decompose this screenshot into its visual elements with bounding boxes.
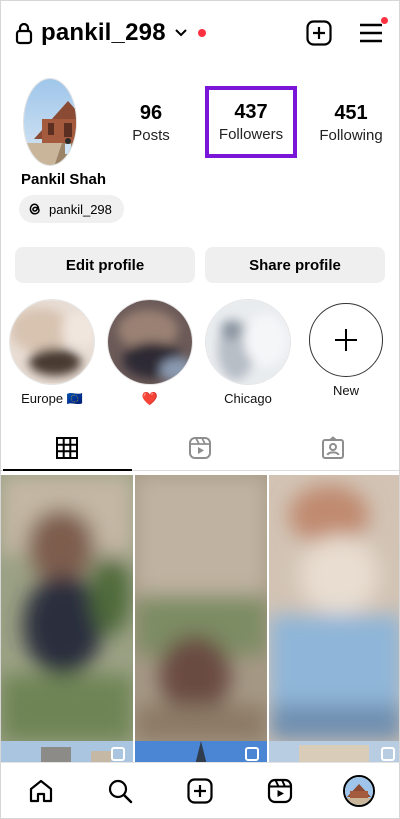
posts-grid — [1, 475, 399, 763]
menu-notification-dot — [380, 16, 389, 25]
profile-avatar — [343, 774, 376, 807]
reels-icon — [267, 778, 292, 803]
nav-search[interactable] — [100, 771, 140, 811]
profile-screen: pankil_298 96 Posts 437 Followers 451 Fo… — [0, 0, 400, 819]
new-highlight-button[interactable]: New — [303, 299, 389, 407]
followers-label: Followers — [218, 126, 284, 143]
highlight-label: ❤️ — [141, 391, 159, 406]
highlight-cover — [107, 299, 193, 385]
edit-profile-button[interactable]: Edit profile — [15, 247, 195, 283]
menu-button[interactable] — [357, 16, 389, 47]
following-stat[interactable]: 451 Following — [313, 101, 389, 144]
profile-summary: 96 Posts 437 Followers 451 Following — [23, 77, 389, 167]
nav-home[interactable] — [21, 771, 61, 811]
multiple-posts-icon — [381, 747, 395, 761]
threads-handle: pankil_298 — [49, 201, 112, 217]
lock-icon — [15, 22, 33, 45]
username[interactable]: pankil_298 — [41, 19, 166, 47]
highlight-chicago[interactable]: Chicago — [205, 299, 291, 407]
followers-stat[interactable]: 437 Followers — [205, 86, 297, 158]
post-thumbnail[interactable] — [135, 475, 267, 741]
following-count: 451 — [334, 101, 368, 124]
tab-grid[interactable] — [1, 425, 134, 471]
create-icon — [187, 777, 213, 804]
share-profile-button[interactable]: Share profile — [205, 247, 385, 283]
chevron-down-icon[interactable] — [174, 26, 188, 40]
following-label: Following — [319, 126, 383, 144]
highlight-europe[interactable]: Europe 🇪🇺 — [9, 299, 95, 407]
posts-stat[interactable]: 96 Posts — [113, 101, 189, 144]
post-thumbnail[interactable] — [269, 475, 399, 741]
top-bar: pankil_298 — [15, 13, 389, 53]
profile-stats: 96 Posts 437 Followers 451 Following — [113, 86, 389, 158]
threads-badge[interactable]: pankil_298 — [19, 195, 124, 223]
tagged-icon — [321, 435, 344, 459]
plus-icon — [335, 329, 357, 351]
highlight-label: New — [332, 383, 359, 398]
nav-profile[interactable] — [339, 771, 379, 811]
home-icon — [29, 779, 52, 802]
bottom-navigation — [1, 762, 399, 818]
highlight-label: Europe 🇪🇺 — [21, 391, 83, 406]
highlight-label: Chicago — [224, 391, 272, 406]
notification-dot — [197, 29, 206, 37]
grid-icon — [56, 436, 79, 459]
create-post-button[interactable] — [305, 19, 333, 47]
highlight-heart[interactable]: ❤️ — [107, 299, 193, 407]
hamburger-menu-icon — [360, 23, 382, 43]
highlight-cover — [9, 299, 95, 385]
content-tabs — [1, 425, 399, 471]
threads-icon — [29, 203, 40, 215]
followers-count: 437 — [234, 101, 268, 123]
new-highlight-circle — [309, 303, 383, 377]
display-name: Pankil Shah — [21, 171, 107, 188]
posts-label: Posts — [132, 126, 170, 144]
posts-count: 96 — [139, 101, 163, 124]
reels-icon — [189, 436, 211, 459]
multiple-posts-icon — [245, 747, 259, 761]
tab-reels[interactable] — [134, 425, 267, 470]
tab-tagged[interactable] — [266, 425, 399, 470]
post-thumbnail[interactable] — [1, 475, 133, 741]
multiple-posts-icon — [111, 747, 125, 761]
nav-create[interactable] — [180, 771, 220, 811]
highlight-cover — [205, 299, 291, 385]
profile-avatar[interactable] — [23, 78, 77, 166]
plus-square-icon — [306, 20, 332, 46]
search-icon — [109, 779, 133, 803]
nav-reels[interactable] — [260, 771, 300, 811]
story-highlights: Europe 🇪🇺 ❤️ Chicago New — [9, 299, 399, 407]
profile-actions: Edit profile Share profile — [15, 247, 385, 283]
